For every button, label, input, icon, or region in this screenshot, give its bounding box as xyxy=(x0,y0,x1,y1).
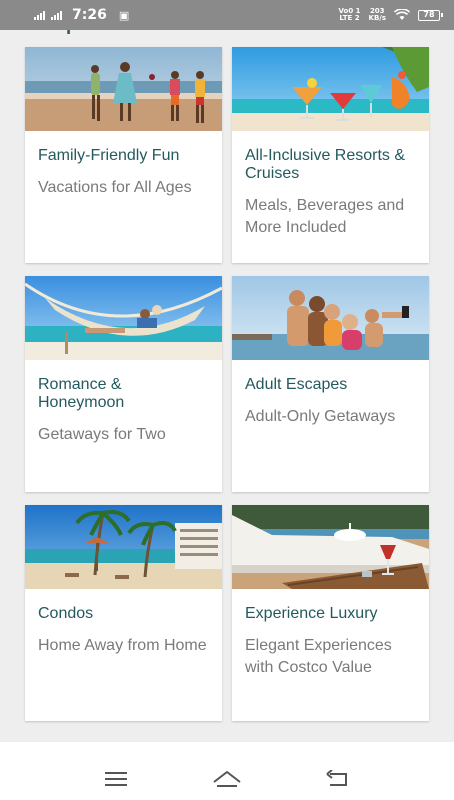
card-subtitle: Meals, Beverages and More Included xyxy=(245,197,405,236)
card-subtitle: Vacations for All Ages xyxy=(38,179,192,196)
hammock-image xyxy=(25,276,222,360)
card-romance-honeymoon[interactable]: Romance & Honeymoon Getaways for Two xyxy=(25,276,222,492)
status-time: 7:26 xyxy=(72,7,107,23)
wifi-icon xyxy=(394,9,410,20)
card-experience-luxury[interactable]: Experience Luxury Elegant Experiences wi… xyxy=(232,505,429,721)
card-title: Experience Luxury xyxy=(245,605,378,622)
card-title: Romance & Honeymoon xyxy=(38,376,125,411)
condo-beach-image xyxy=(25,505,222,589)
back-icon xyxy=(326,770,348,786)
notification-icon: ▣ xyxy=(118,8,130,22)
cocktails-image xyxy=(232,47,429,131)
card-condos[interactable]: Condos Home Away from Home xyxy=(25,505,222,721)
signal-icon-2 xyxy=(51,10,62,20)
home-button[interactable] xyxy=(207,764,247,794)
card-subtitle: Elegant Experiences with Costco Value xyxy=(245,637,392,676)
card-family-friendly-fun[interactable]: Family-Friendly Fun Vacations for All Ag… xyxy=(25,47,222,263)
signal-icon xyxy=(34,10,45,20)
network-speed: 203 KB/s xyxy=(369,8,386,22)
menu-icon xyxy=(104,772,127,786)
card-title: Condos xyxy=(38,605,94,622)
home-icon xyxy=(213,771,241,787)
friends-selfie-image xyxy=(232,276,429,360)
luxury-lounge-image xyxy=(232,505,429,589)
menu-button[interactable] xyxy=(96,764,136,794)
card-title: Adult Escapes xyxy=(245,376,348,393)
battery-icon: 78 xyxy=(418,9,443,21)
network-bottom-text: LTE 2 xyxy=(339,14,360,22)
card-all-inclusive[interactable]: All-Inclusive Resorts & Cruises Meals, B… xyxy=(232,47,429,263)
card-subtitle: Getaways for Two xyxy=(38,426,166,443)
network-type: Vo0 1 LTE 2 xyxy=(338,8,360,22)
speed-unit: KB/s xyxy=(368,14,386,22)
card-subtitle: Adult-Only Getaways xyxy=(245,408,396,425)
signal-indicators: 7:26 ▣ xyxy=(34,7,129,23)
card-title: Family-Friendly Fun xyxy=(38,147,180,164)
card-adult-escapes[interactable]: Adult Escapes Adult-Only Getaways xyxy=(232,276,429,492)
card-subtitle: Home Away from Home xyxy=(38,637,207,654)
system-nav-bar xyxy=(0,758,454,800)
battery-level: 78 xyxy=(423,9,435,19)
card-title: All-Inclusive Resorts & Cruises xyxy=(245,147,406,182)
status-right: Vo0 1 LTE 2 203 KB/s 78 xyxy=(338,8,443,22)
back-button[interactable] xyxy=(318,764,358,794)
family-beach-image xyxy=(25,47,222,131)
status-bar: 7:26 ▣ Vo0 1 LTE 2 203 KB/s 78 xyxy=(0,0,454,30)
